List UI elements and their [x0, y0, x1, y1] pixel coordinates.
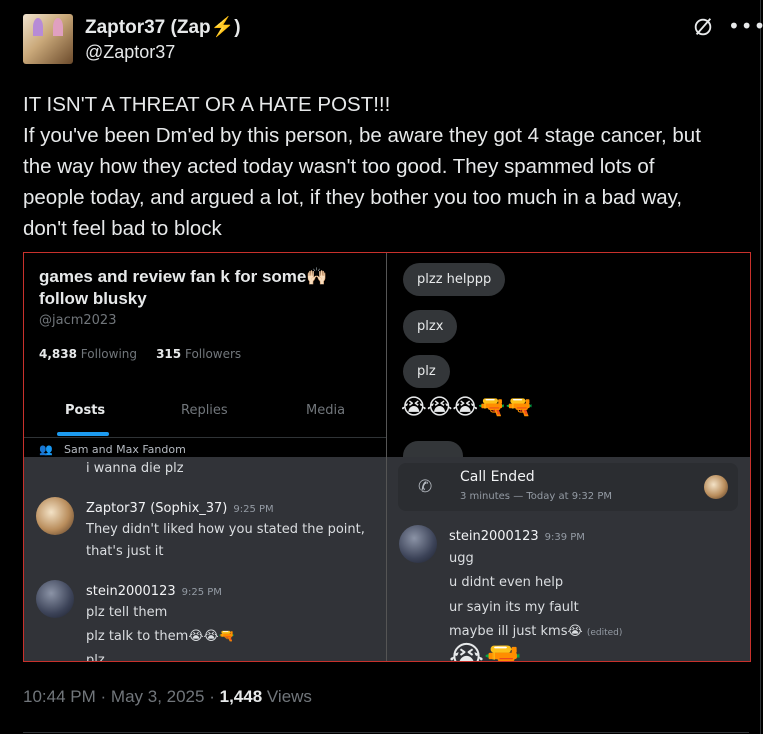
profile-stats: 4,838 Following 315 Followers: [39, 347, 242, 361]
message-line: i wanna die plz: [86, 461, 184, 476]
message-line: plz talk to them😭😭🔫: [86, 629, 235, 644]
post-text: IT ISN'T A THREAT OR A HATE POST!!! If y…: [23, 89, 743, 244]
fandom-label: Sam and Max Fandom: [64, 443, 186, 456]
post-line: If you've been Dm'ed by this person, be …: [23, 124, 701, 147]
tab-media: Media: [306, 403, 346, 418]
message-line: maybe ill just kms😭 (edited): [449, 624, 623, 639]
dm-bubble: plzz helppp: [403, 263, 506, 296]
post-media-image[interactable]: games and review fan k for some🙌🏻 follow…: [23, 252, 751, 662]
call-ended-box: ✆ Call Ended 3 minutes — Today at 9:32 P…: [398, 463, 738, 511]
divider: [24, 437, 386, 438]
message-emojis: 😭🔫: [449, 640, 522, 661]
dm-bubble: plz: [403, 355, 450, 388]
dm-bubble-partial: [403, 441, 463, 457]
author-display-name[interactable]: Zaptor37 (Zap⚡): [85, 15, 241, 39]
post-meta: 10:44 PM · May 3, 2025 · 1,448 Views: [23, 687, 312, 706]
tab-posts: Posts: [65, 403, 106, 418]
profile-name: games and review fan k for some🙌🏻 follow…: [39, 267, 328, 308]
views-label: Views: [266, 687, 312, 706]
dm-bubble: plzx: [403, 310, 458, 343]
message-author: stein2000123 9:39 PM: [449, 529, 585, 544]
message-author: Zaptor37 (Sophix_37) 9:25 PM: [86, 501, 274, 516]
dm-screenshot: plzz helppp plzx plz 😭😭😭🔫🔫: [387, 253, 750, 457]
grok-icon[interactable]: [692, 16, 714, 38]
avatar: [36, 497, 74, 535]
post-line: the way how they acted today wasn't too …: [23, 155, 655, 178]
divider: [23, 732, 749, 733]
avatar: [36, 580, 74, 618]
discord-chat-left: i wanna die plz Zaptor37 (Sophix_37) 9:25…: [24, 457, 386, 661]
author-avatar[interactable]: [23, 14, 73, 64]
call-title: Call Ended: [460, 469, 535, 485]
avatar: [704, 475, 728, 499]
message-line: plz: [86, 653, 105, 661]
discord-chat-right: ✆ Call Ended 3 minutes — Today at 9:32 P…: [387, 457, 750, 661]
profile-screenshot: games and review fan k for some🙌🏻 follow…: [24, 253, 386, 457]
message-line: that's just it: [86, 544, 164, 559]
message-line: ugg: [449, 551, 474, 566]
lightning-emoji: ⚡: [210, 17, 235, 38]
phone-icon: ✆: [418, 477, 433, 497]
more-icon[interactable]: •••: [728, 14, 763, 38]
message-line: u didnt even help: [449, 575, 564, 590]
message-line: plz tell them: [86, 605, 168, 620]
author-handle[interactable]: @Zaptor37: [85, 42, 175, 63]
people-icon: 👥: [39, 443, 53, 456]
post-time[interactable]: 10:44 PM: [23, 687, 96, 706]
message-line: ur sayin its my fault: [449, 600, 579, 615]
call-subtitle: 3 minutes — Today at 9:32 PM: [460, 491, 612, 502]
profile-tabs: Posts Replies Media: [24, 403, 386, 433]
tab-underline: [57, 432, 109, 436]
views-count: 1,448: [219, 687, 263, 706]
post-date[interactable]: May 3, 2025: [111, 687, 205, 706]
tab-replies: Replies: [181, 403, 228, 418]
profile-handle: @jacm2023: [39, 313, 117, 328]
divider: [386, 253, 387, 661]
post-line: IT ISN'T A THREAT OR A HATE POST!!!: [23, 93, 391, 116]
dm-emojis: 😭😭😭🔫🔫: [401, 395, 533, 420]
avatar: [399, 525, 437, 563]
post-container: Zaptor37 (Zap⚡) @Zaptor37 ••• IT ISN'T A…: [0, 0, 763, 734]
post-line: don't feel bad to block: [23, 217, 222, 240]
message-line: They didn't liked how you stated the poi…: [86, 522, 365, 537]
message-author: stein2000123 9:25 PM: [86, 584, 222, 599]
post-line: people today, and argued a lot, if they …: [23, 186, 683, 209]
